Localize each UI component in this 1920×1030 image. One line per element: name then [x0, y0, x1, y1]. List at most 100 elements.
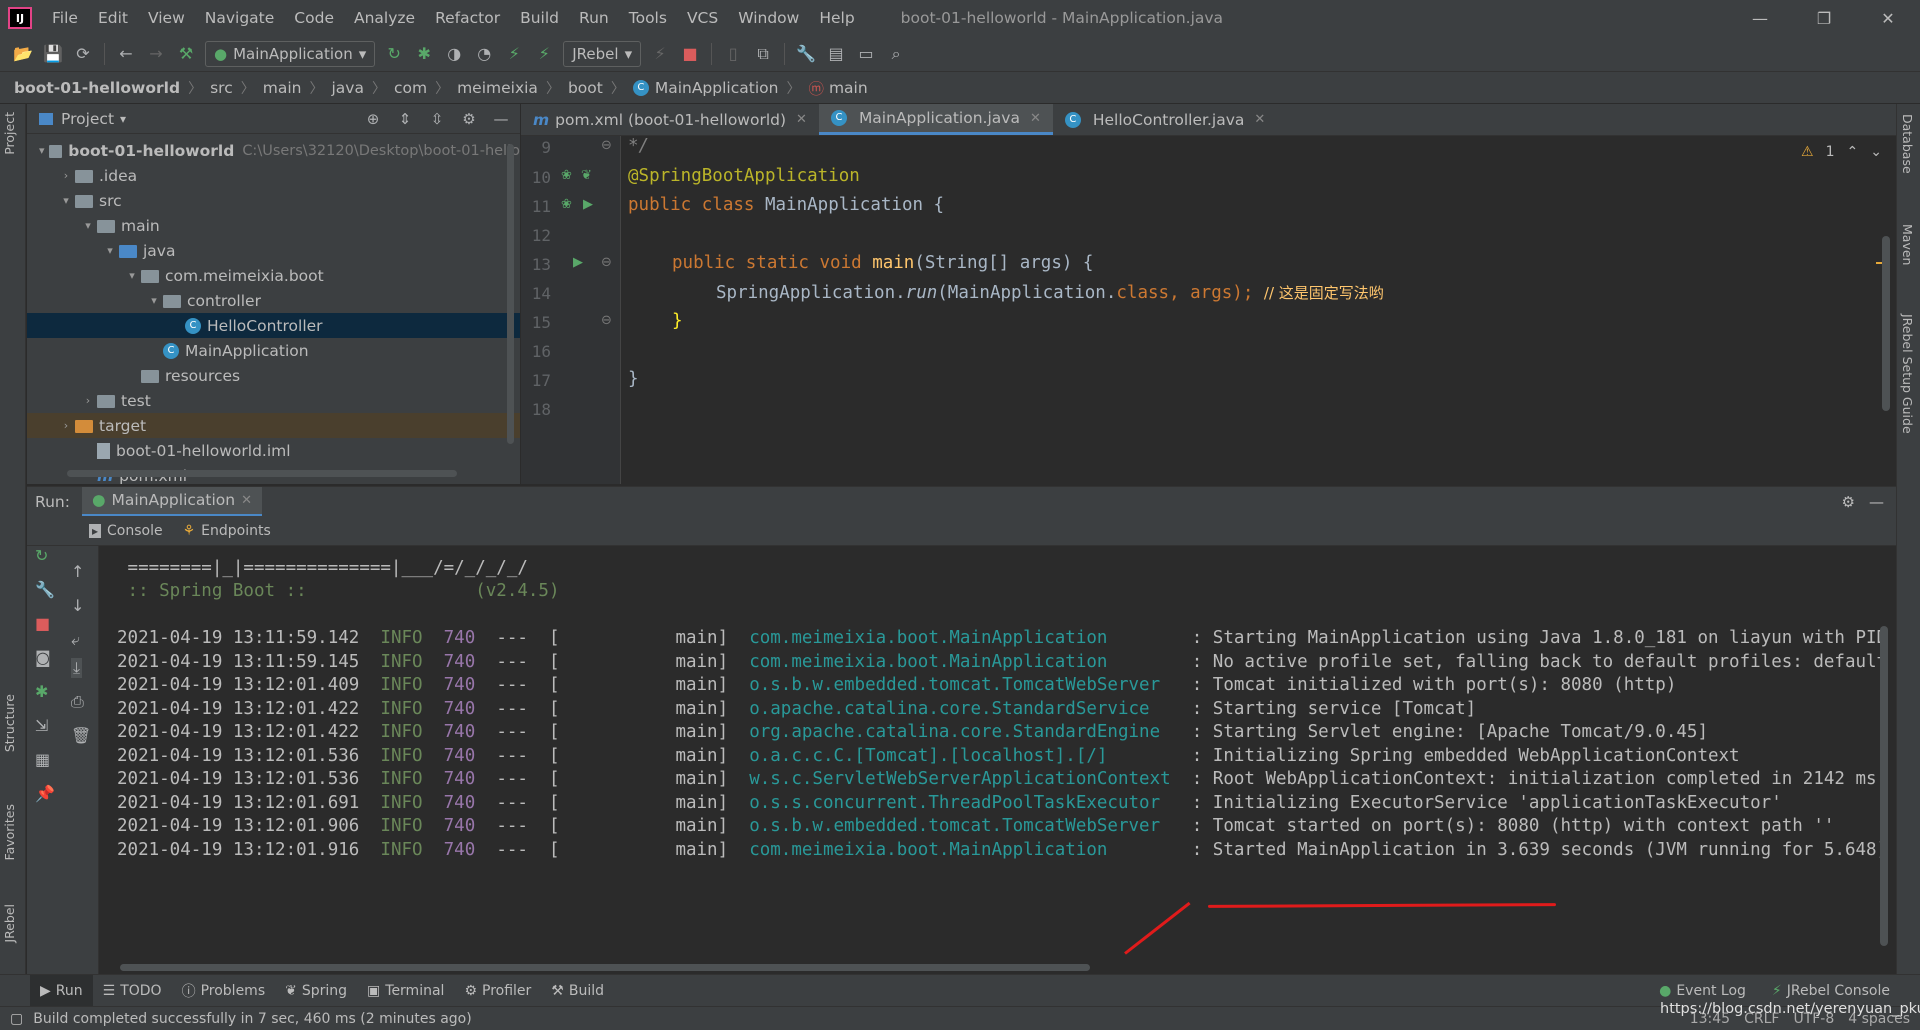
- chevron-right-icon[interactable]: ›: [57, 169, 75, 182]
- restore-button[interactable]: ❐: [1792, 0, 1856, 36]
- rerun-icon[interactable]: ↻: [379, 39, 409, 69]
- bottom-tab-run[interactable]: ▶ Run: [30, 974, 93, 1007]
- menu-tools[interactable]: Tools: [619, 0, 677, 36]
- breadcrumb-class[interactable]: MainApplication: [655, 79, 779, 97]
- project-folder-icon[interactable]: ▤: [821, 39, 851, 69]
- tab-console[interactable]: ▸ Console: [79, 523, 173, 539]
- layout-icon[interactable]: ▦: [35, 750, 50, 769]
- settings-wrench-icon[interactable]: 🔧: [791, 39, 821, 69]
- wrench-icon[interactable]: 🔧: [35, 580, 55, 599]
- print-icon[interactable]: ⎙: [71, 692, 84, 712]
- tree-item[interactable]: C HelloController: [27, 313, 520, 338]
- tab-jrebel-vertical[interactable]: JRebel: [2, 904, 17, 943]
- close-icon[interactable]: ✕: [1030, 111, 1041, 126]
- breadcrumb-src[interactable]: src: [210, 79, 233, 97]
- tab-main-application[interactable]: C MainApplication.java ✕: [818, 104, 1053, 135]
- breadcrumb-project[interactable]: boot-01-helloworld: [14, 79, 180, 97]
- bottom-tab-terminal[interactable]: ▣ Terminal: [357, 975, 454, 1007]
- tab-hello-controller[interactable]: C HelloController.java ✕: [1053, 104, 1277, 135]
- breadcrumb-java[interactable]: java: [331, 79, 363, 97]
- breadcrumb-meimeixia[interactable]: meimeixia: [457, 79, 538, 97]
- bottom-tab-todo[interactable]: ☰ TODO: [93, 975, 172, 1007]
- menu-file[interactable]: File: [42, 0, 88, 36]
- project-panel-title[interactable]: Project: [61, 110, 114, 128]
- menu-navigate[interactable]: Navigate: [195, 0, 285, 36]
- debug-icon[interactable]: ✱: [409, 39, 439, 69]
- rerun-icon[interactable]: ↻: [35, 546, 48, 565]
- menu-run[interactable]: Run: [569, 0, 619, 36]
- tree-item[interactable]: › .idea: [27, 163, 520, 188]
- project-structure-icon[interactable]: ⧉: [748, 39, 778, 69]
- breadcrumb-com[interactable]: com: [394, 79, 427, 97]
- up-arrow-icon[interactable]: ↑: [71, 562, 84, 581]
- down-arrow-icon[interactable]: ↓: [71, 596, 84, 615]
- attach-icon[interactable]: ▯: [718, 39, 748, 69]
- menu-refactor[interactable]: Refactor: [425, 0, 510, 36]
- run-configuration-select[interactable]: ● MainApplication ▾: [205, 40, 376, 67]
- code-editor[interactable]: 9 10 11 12 13 14 15 16 17 18 ❀ ❦ ❀ ▶ ▶ ⊖…: [521, 136, 1896, 484]
- menu-edit[interactable]: Edit: [88, 0, 138, 36]
- console-output[interactable]: ========|_|==============|___/=/_/_/_/ :…: [100, 546, 1896, 974]
- scroll-to-end-icon[interactable]: ⤓: [71, 658, 83, 678]
- tree-item[interactable]: C MainApplication: [27, 338, 520, 363]
- back-arrow-icon[interactable]: ←: [111, 39, 141, 69]
- chevron-down-icon[interactable]: ▾: [123, 269, 141, 282]
- tree-item[interactable]: › test: [27, 388, 520, 413]
- tree-item[interactable]: ▾ java: [27, 238, 520, 263]
- menu-help[interactable]: Help: [809, 0, 864, 36]
- search-icon[interactable]: ⌕: [881, 39, 911, 69]
- breadcrumb-boot[interactable]: boot: [568, 79, 603, 97]
- bottom-tab-profiler[interactable]: ⚙ Profiler: [454, 975, 541, 1007]
- fold-icon[interactable]: ⊖: [601, 313, 612, 328]
- chevron-right-icon[interactable]: ›: [79, 394, 97, 407]
- close-icon[interactable]: ✕: [1254, 112, 1265, 127]
- menu-analyze[interactable]: Analyze: [344, 0, 425, 36]
- tree-item[interactable]: › target: [27, 413, 520, 438]
- tree-item[interactable]: ▾ controller: [27, 288, 520, 313]
- camera-icon[interactable]: ◙: [35, 648, 51, 667]
- chevron-down-icon[interactable]: ▾: [35, 144, 49, 157]
- tab-endpoints[interactable]: ⚘ Endpoints: [173, 523, 281, 539]
- run-gutter-icon[interactable]: ▶: [573, 255, 583, 270]
- menu-vcs[interactable]: VCS: [677, 0, 728, 36]
- sync-icon[interactable]: ⟳: [68, 39, 98, 69]
- chevron-down-icon[interactable]: ▾: [79, 219, 97, 232]
- chevron-down-icon[interactable]: ▾: [145, 294, 163, 307]
- hide-icon[interactable]: —: [488, 110, 514, 128]
- build-hammer-icon[interactable]: ⚒: [171, 39, 201, 69]
- debug-icon[interactable]: ✱: [35, 682, 48, 701]
- close-window-button[interactable]: ✕: [1856, 0, 1920, 36]
- inspection-status[interactable]: ⚠ 1 ⌃ ⌄: [1801, 144, 1882, 160]
- run-gutter-icon[interactable]: ▶: [583, 197, 593, 212]
- spring-bean-icon[interactable]: ❀: [561, 168, 572, 183]
- tab-database-vertical[interactable]: Database: [1900, 114, 1915, 174]
- expand-all-icon[interactable]: ⇕: [392, 110, 418, 128]
- restore-layout-icon[interactable]: ⇲: [35, 716, 48, 735]
- breadcrumb-main[interactable]: main: [263, 79, 302, 97]
- locate-icon[interactable]: ⊕: [360, 110, 386, 128]
- bottom-tab-build[interactable]: ⚒ Build: [541, 975, 614, 1007]
- chevron-down-icon[interactable]: ▾: [57, 194, 75, 207]
- forward-arrow-icon[interactable]: →: [141, 39, 171, 69]
- fold-icon[interactable]: ⊖: [601, 255, 612, 270]
- run-tab-main-application[interactable]: ● MainApplication ✕: [81, 486, 262, 517]
- tree-item[interactable]: ▾ boot-01-helloworld C:\Users\32120\Deskto…: [27, 138, 520, 163]
- pin-icon[interactable]: 📌: [35, 784, 55, 803]
- tab-pom-xml[interactable]: m pom.xml (boot-01-helloworld) ✕: [521, 104, 819, 135]
- trash-icon[interactable]: 🗑: [71, 726, 91, 745]
- tree-item[interactable]: boot-01-helloworld.iml: [27, 438, 520, 463]
- console-vertical-scrollbar[interactable]: [1880, 626, 1888, 946]
- breadcrumb-method[interactable]: main: [829, 79, 868, 97]
- terminal-window-icon[interactable]: ▭: [851, 39, 881, 69]
- tab-maven-vertical[interactable]: Maven: [1900, 224, 1915, 265]
- prev-highlight-icon[interactable]: ⌃: [1847, 144, 1859, 160]
- soft-wrap-icon[interactable]: ⤶: [71, 630, 80, 650]
- bottom-tab-spring[interactable]: ❦ Spring: [275, 975, 357, 1007]
- profile-icon[interactable]: ◔: [469, 39, 499, 69]
- jrebel-select[interactable]: JRebel ▾: [563, 40, 642, 67]
- collapse-all-icon[interactable]: ⇳: [424, 110, 450, 128]
- jrebel-debug-icon[interactable]: ⚡: [529, 39, 559, 69]
- project-vertical-scrollbar[interactable]: [507, 144, 514, 444]
- tab-project-vertical[interactable]: Project: [2, 112, 17, 155]
- status-message[interactable]: Build completed successfully in 7 sec, 4…: [33, 1011, 471, 1027]
